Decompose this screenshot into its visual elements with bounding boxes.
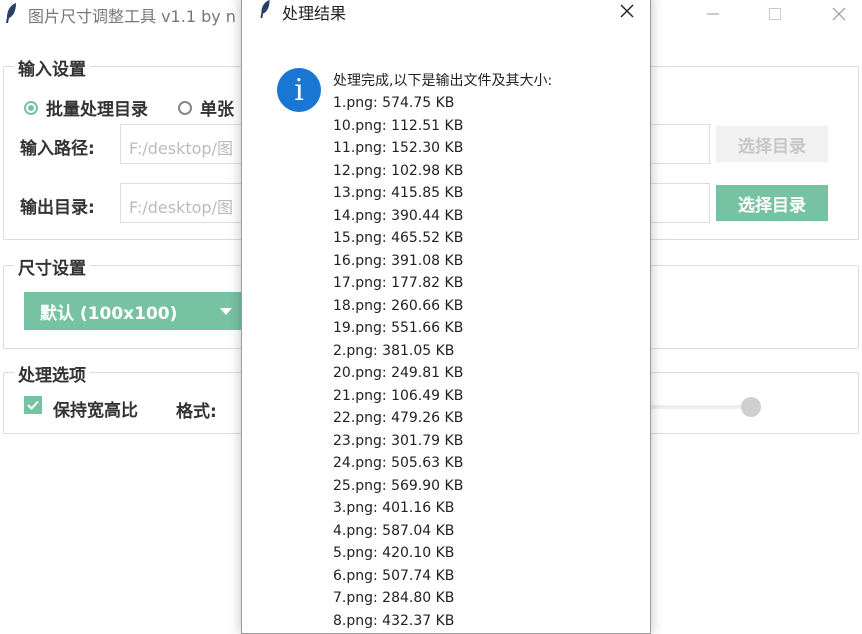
list-item: 24.png: 505.63 KB: [333, 455, 464, 471]
list-item: 14.png: 390.44 KB: [333, 207, 464, 224]
list-item: 19.png: 551.66 KB: [333, 320, 464, 336]
list-item: 18.png: 260.66 KB: [333, 297, 464, 314]
list-item: 8.png: 432.37 KB: [333, 612, 455, 629]
dialog-close-button[interactable]: [612, 0, 642, 23]
feather-icon: [6, 3, 16, 23]
radio-unselected-icon: [178, 100, 192, 115]
radio-selected-icon: [24, 100, 38, 115]
output-file-list: 1.png: 574.75 KB 10.png: 112.51 KB 11.pn…: [333, 92, 463, 632]
select-input-dir-button[interactable]: 选择目录: [716, 126, 828, 162]
radio-single-label: 单张: [200, 100, 234, 120]
minimize-button[interactable]: [690, 0, 736, 28]
quality-slider-track[interactable]: [650, 405, 750, 409]
select-output-dir-button[interactable]: 选择目录: [716, 185, 828, 221]
close-icon: [620, 4, 634, 18]
input-settings-title: 输入设置: [14, 55, 90, 80]
list-item: 15.png: 465.52 KB: [333, 230, 464, 246]
list-item: 7.png: 284.80 KB: [333, 590, 455, 606]
quality-slider-handle[interactable]: [741, 397, 761, 417]
list-item: 1.png: 574.75 KB: [333, 95, 455, 111]
maximize-icon: [769, 8, 781, 20]
list-item: 23.png: 301.79 KB: [333, 432, 464, 449]
input-path-label: 输入路径:: [20, 139, 95, 159]
info-icon: i: [277, 68, 321, 112]
list-item: 25.png: 569.90 KB: [333, 477, 464, 494]
list-item: 13.png: 415.85 KB: [333, 185, 464, 201]
radio-single[interactable]: 单张: [178, 95, 234, 120]
check-icon: [27, 400, 39, 410]
keep-ratio-checkbox[interactable]: [24, 396, 42, 414]
close-icon: [832, 7, 846, 21]
list-item: 4.png: 587.04 KB: [333, 522, 455, 539]
app-title: 图片尺寸调整工具 v1.1 by n: [28, 7, 236, 26]
size-preset-value: 默认 (100x100): [40, 303, 178, 324]
output-dir-label: 输出目录:: [20, 198, 95, 218]
list-item: 11.png: 152.30 KB: [333, 140, 464, 156]
list-item: 12.png: 102.98 KB: [333, 162, 464, 179]
size-preset-dropdown[interactable]: 默认 (100x100): [24, 292, 242, 330]
list-item: 3.png: 401.16 KB: [333, 500, 455, 516]
list-item: 17.png: 177.82 KB: [333, 275, 464, 291]
format-label: 格式:: [176, 402, 217, 422]
list-item: 16.png: 391.08 KB: [333, 252, 464, 269]
minimize-icon: [707, 13, 719, 15]
maximize-button[interactable]: [752, 0, 798, 28]
caret-down-icon: [220, 308, 232, 315]
list-item: 22.png: 479.26 KB: [333, 410, 464, 426]
list-item: 20.png: 249.81 KB: [333, 365, 464, 381]
list-item: 21.png: 106.49 KB: [333, 387, 464, 404]
radio-batch[interactable]: 批量处理目录: [24, 95, 148, 120]
result-dialog: 处理结果 i 处理完成,以下是输出文件及其大小: 1.png: 574.75 K…: [241, 0, 651, 634]
list-item: 5.png: 420.10 KB: [333, 545, 455, 561]
keep-ratio-label: 保持宽高比: [53, 401, 138, 421]
list-item: 2.png: 381.05 KB: [333, 342, 455, 359]
list-item: 6.png: 507.74 KB: [333, 567, 455, 584]
window-close-button[interactable]: [816, 0, 862, 28]
dialog-message: 处理完成,以下是输出文件及其大小:: [333, 73, 553, 89]
size-settings-title: 尺寸设置: [14, 254, 90, 279]
list-item: 10.png: 112.51 KB: [333, 117, 464, 134]
processing-options-title: 处理选项: [14, 361, 90, 386]
feather-icon: [260, 0, 270, 19]
radio-batch-label: 批量处理目录: [46, 100, 148, 120]
dialog-title: 处理结果: [282, 4, 347, 23]
